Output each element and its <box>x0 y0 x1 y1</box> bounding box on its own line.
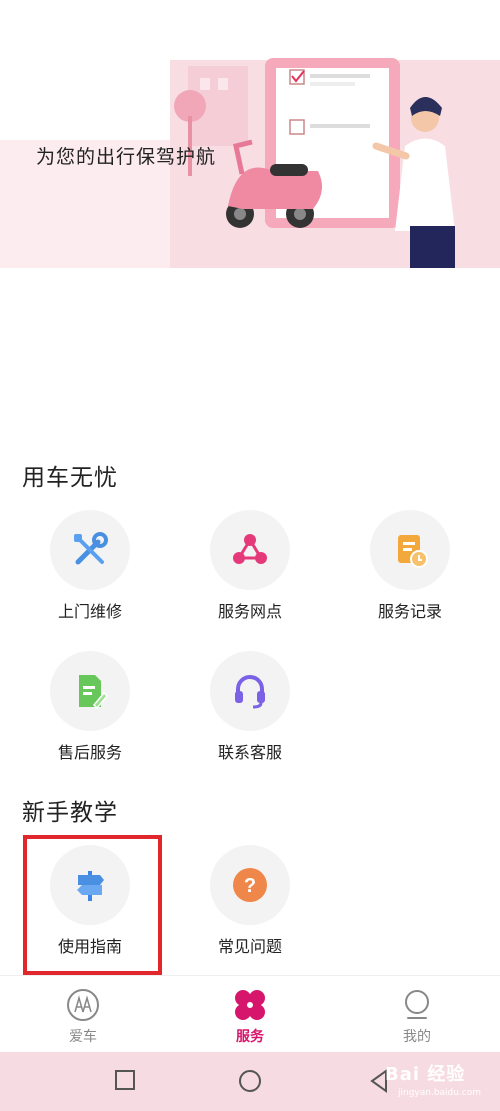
baidu-watermark-url: jingyan.baidu.com <box>398 1088 482 1098</box>
question-mark-icon: ? <box>210 845 290 925</box>
nav-label: 服务 <box>236 1029 264 1045</box>
svg-text:?: ? <box>244 875 256 897</box>
network-nodes-icon <box>210 510 290 590</box>
service-contact-support[interactable]: 联系客服 <box>195 651 305 762</box>
hero-banner: 为您的出行保驾护航 <box>0 0 500 268</box>
section-title-beginner-guide: 新手教学 <box>22 800 118 826</box>
home-button[interactable] <box>238 1069 262 1097</box>
car-logo-icon <box>33 988 133 1022</box>
service-outlets[interactable]: 服务网点 <box>195 510 305 621</box>
document-edit-icon <box>50 651 130 731</box>
nav-tab-me[interactable]: 我的 <box>367 988 467 1046</box>
service-onsite-repair[interactable]: 上门维修 <box>35 510 145 621</box>
banner-illustration <box>174 58 455 268</box>
service-label: 联系客服 <box>217 743 282 762</box>
service-label: 常见问题 <box>217 937 282 956</box>
recent-apps-button[interactable] <box>114 1069 136 1095</box>
service-label: 上门维修 <box>57 602 122 621</box>
service-label: 服务网点 <box>217 602 282 621</box>
service-faq[interactable]: ? 常见问题 <box>195 845 305 956</box>
section-title-car-care: 用车无忧 <box>22 465 118 491</box>
square-icon <box>115 1070 135 1090</box>
nav-tab-car[interactable]: 爱车 <box>33 988 133 1046</box>
service-label: 售后服务 <box>57 743 122 762</box>
bottom-navigation: 爱车 服务 我的 <box>0 975 500 1052</box>
service-after-sales[interactable]: 售后服务 <box>35 651 145 762</box>
highlight-box <box>23 835 162 975</box>
service-records[interactable]: 服务记录 <box>355 510 465 621</box>
nav-label: 我的 <box>403 1029 431 1045</box>
flower-grid-icon <box>200 988 300 1022</box>
headset-icon <box>210 651 290 731</box>
banner-slogan: 为您的出行保驾护航 <box>36 146 217 168</box>
nav-label: 爱车 <box>69 1029 97 1045</box>
baidu-watermark: Bai 经验 <box>385 1064 466 1085</box>
circle-icon <box>239 1070 261 1092</box>
wrench-screwdriver-icon <box>50 510 130 590</box>
record-clock-icon <box>370 510 450 590</box>
nav-tab-service[interactable]: 服务 <box>200 988 300 1046</box>
service-label: 服务记录 <box>377 602 442 621</box>
user-profile-icon <box>367 988 467 1022</box>
